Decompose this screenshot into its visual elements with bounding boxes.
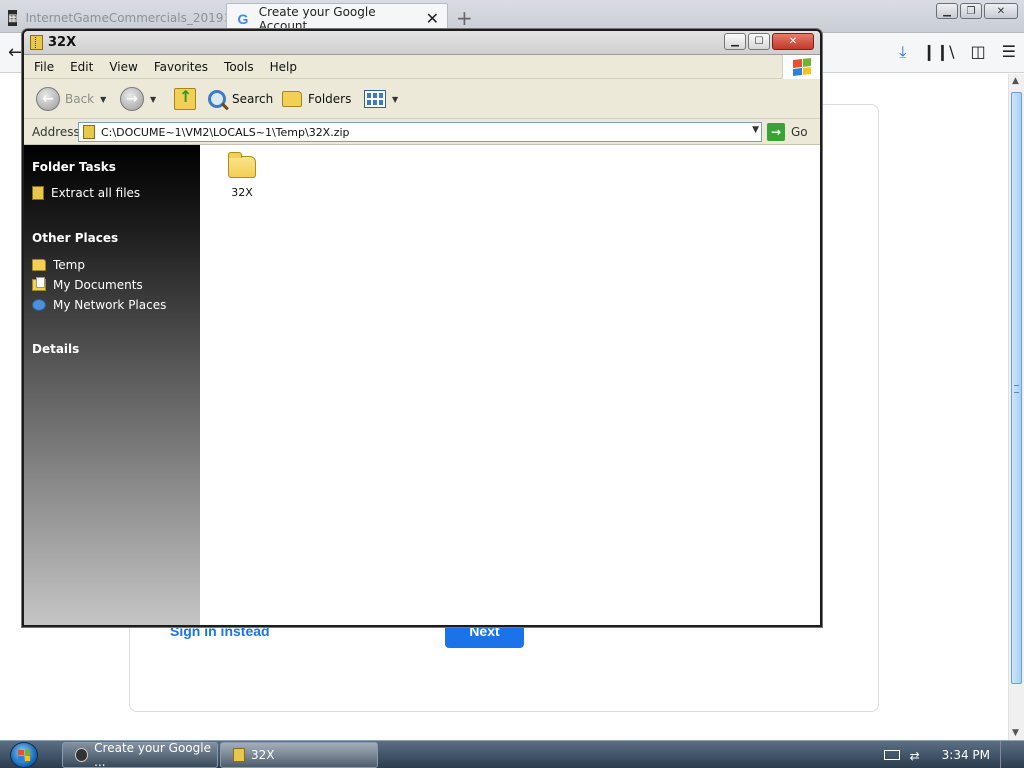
address-input[interactable]: C:\DOCUME~1\VM2\LOCALS~1\Temp\32X.zip ▼ (78, 122, 762, 142)
hamburger-menu-icon[interactable]: ☰ (1002, 42, 1016, 62)
folder-icon (32, 259, 46, 271)
download-icon[interactable]: ⤓ (899, 42, 906, 62)
taskbar-item-32x[interactable]: 32X (220, 742, 378, 768)
address-bar: Address C:\DOCUME~1\VM2\LOCALS~1\Temp\32… (24, 119, 820, 145)
place-network-link[interactable]: My Network Places (32, 298, 166, 312)
library-icon[interactable]: ❙❙\ (922, 42, 954, 62)
explorer-toolbar: ← Back ▼ → ▼ Search Folders ▼ (24, 79, 820, 119)
menu-edit[interactable]: Edit (64, 60, 99, 74)
maximize-button[interactable]: ❐ (960, 3, 982, 19)
go-label: Go (791, 125, 808, 139)
zip-icon (32, 186, 44, 200)
menu-favorites[interactable]: Favorites (148, 60, 214, 74)
search-icon (208, 90, 226, 108)
extract-all-label: Extract all files (51, 186, 141, 200)
google-g-icon: G (237, 10, 249, 27)
scroll-up-arrow-icon[interactable]: ▲ (1012, 76, 1019, 86)
folders-label: Folders (308, 92, 352, 106)
place-my-documents-label: My Documents (53, 278, 143, 292)
window-title: 32X (48, 35, 77, 50)
scroll-down-arrow-icon[interactable]: ▼ (1012, 728, 1019, 738)
place-network-label: My Network Places (53, 298, 167, 312)
extract-all-files-link[interactable]: Extract all files (32, 186, 140, 200)
scrollbar-thumb[interactable] (1011, 92, 1022, 684)
new-tab-button[interactable]: + (456, 6, 473, 30)
folders-icon (282, 91, 302, 107)
sidebar-icon[interactable]: ◫ (971, 42, 986, 62)
back-arrow-icon[interactable]: ← (8, 42, 23, 63)
search-button[interactable]: Search (208, 87, 273, 111)
archive-org-icon: ▦ (8, 10, 18, 26)
forward-dropdown-icon[interactable]: ▼ (150, 95, 156, 104)
browser-window-controls: ▁ ❐ ✕ (936, 3, 1018, 19)
place-temp-label: Temp (53, 258, 85, 272)
tab-label: InternetGameCommercials_2019 (25, 11, 224, 25)
toolbar-icons: ⤓ ❙❙\ ◫ ☰ (899, 42, 1016, 62)
menu-view[interactable]: View (103, 60, 143, 74)
folder-item-32x[interactable]: 32X (222, 152, 262, 199)
zip-folder-icon (83, 125, 95, 139)
page-scrollbar[interactable]: ▲ ▼ (1008, 74, 1024, 740)
network-places-icon (32, 299, 46, 311)
go-button[interactable]: → Go (767, 122, 808, 142)
taskbar-item-browser[interactable]: Create your Google ... (62, 741, 218, 768)
place-temp-link[interactable]: Temp (32, 258, 85, 272)
menu-file[interactable]: File (28, 60, 60, 74)
show-desktop-button[interactable] (1000, 741, 1012, 768)
back-arrow-icon: ← (36, 87, 60, 111)
clock[interactable]: 3:34 PM (938, 748, 990, 762)
back-dropdown-icon[interactable]: ▼ (100, 95, 106, 104)
address-label: Address (32, 125, 80, 139)
close-button[interactable]: ✕ (984, 3, 1018, 19)
other-places-header[interactable]: Other Places (32, 231, 118, 245)
views-dropdown-icon[interactable]: ▼ (392, 95, 398, 104)
folders-button[interactable]: Folders (282, 87, 351, 111)
minimize-button[interactable]: ▁ (724, 33, 746, 50)
folder-icon (228, 152, 256, 178)
menu-bar: File Edit View Favorites Tools Help (24, 55, 820, 79)
file-list: 32X (200, 145, 820, 625)
zip-folder-icon (30, 35, 43, 50)
start-button[interactable] (10, 742, 38, 768)
my-documents-icon (32, 277, 46, 291)
task-pane: Folder Tasks Extract all files Other Pla… (24, 145, 200, 625)
menu-tools[interactable]: Tools (218, 60, 260, 74)
back-label: Back (65, 92, 95, 106)
zip-folder-icon (233, 748, 245, 762)
up-folder-icon (174, 87, 196, 110)
address-dropdown-icon[interactable]: ▼ (752, 125, 759, 135)
menu-help[interactable]: Help (264, 60, 303, 74)
taskbar: Create your Google ... 32X ⇄ 3:34 PM (0, 740, 1024, 768)
explorer-window: 32X ▁ ☐ ✕ File Edit View Favorites Tools… (22, 29, 822, 627)
scrollbar-grip (1014, 385, 1019, 393)
windows-logo-icon (782, 55, 820, 79)
forward-arrow-icon: → (120, 87, 144, 111)
views-button[interactable]: ▼ (364, 87, 398, 111)
network-icon[interactable]: ⇄ (910, 749, 928, 763)
address-value: C:\DOCUME~1\VM2\LOCALS~1\Temp\32X.zip (101, 125, 350, 139)
up-folder-button[interactable] (174, 87, 196, 111)
views-icon (364, 90, 386, 108)
explorer-window-controls: ▁ ☐ ✕ (724, 33, 814, 50)
keyboard-icon[interactable] (883, 750, 900, 760)
folder-item-label: 32X (231, 186, 253, 199)
minimize-button[interactable]: ▁ (936, 3, 958, 19)
close-button[interactable]: ✕ (772, 33, 814, 50)
forward-button[interactable]: → ▼ (120, 87, 156, 111)
details-header[interactable]: Details (32, 342, 79, 356)
go-arrow-icon: → (767, 123, 785, 141)
windows-logo-icon (18, 749, 30, 761)
maximize-button[interactable]: ☐ (748, 33, 770, 50)
system-tray: ⇄ 3:34 PM (883, 741, 1024, 768)
search-label: Search (232, 92, 274, 106)
folder-tasks-header[interactable]: Folder Tasks (32, 160, 116, 174)
taskbar-item-label: 32X (251, 748, 275, 762)
explorer-titlebar[interactable]: 32X ▁ ☐ ✕ (24, 31, 820, 55)
taskbar-item-label: Create your Google ... (94, 741, 211, 768)
browser-icon (75, 748, 89, 762)
close-tab-icon[interactable]: ✕ (426, 9, 439, 28)
place-my-documents-link[interactable]: My Documents (32, 277, 143, 292)
back-button[interactable]: ← Back ▼ (36, 87, 106, 111)
